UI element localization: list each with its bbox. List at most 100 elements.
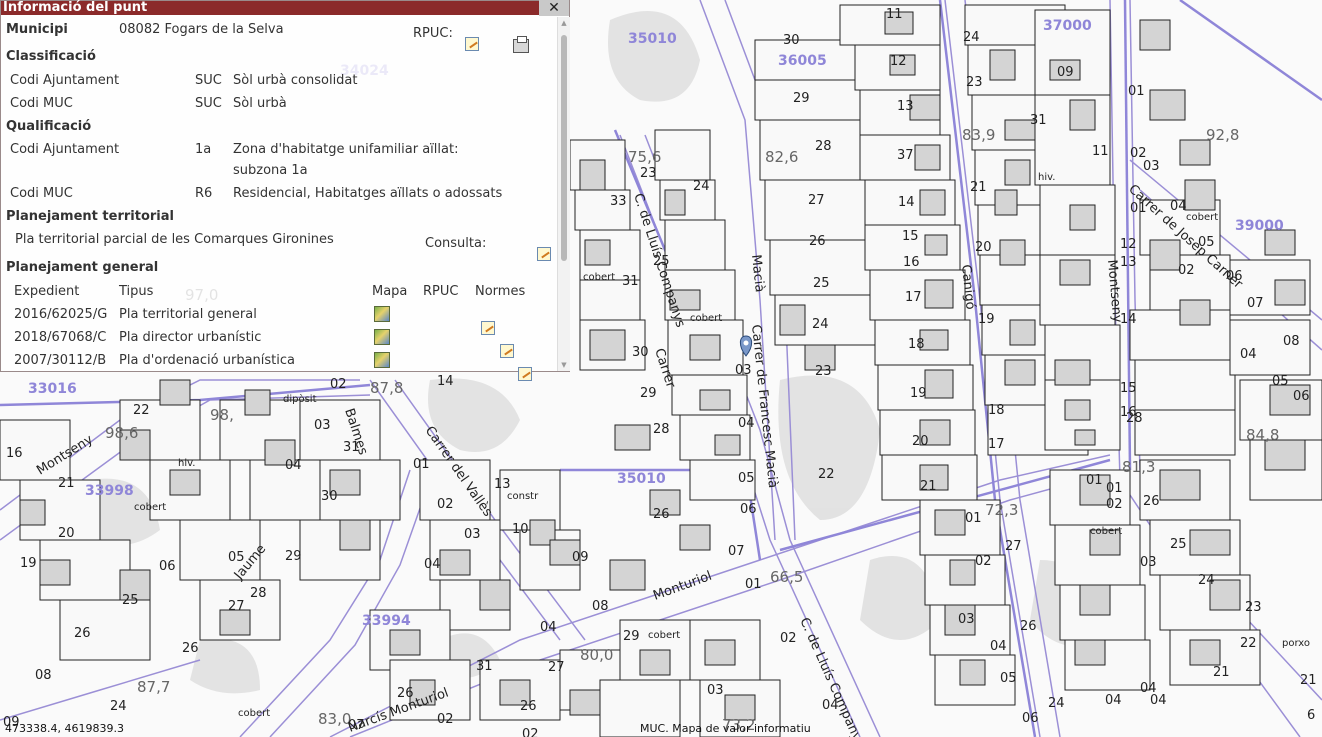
svg-text:06: 06 bbox=[1226, 269, 1243, 284]
svg-text:81,3: 81,3 bbox=[1122, 458, 1155, 476]
municipi-value: 08082 Fogars de la Selva bbox=[119, 22, 284, 37]
col-tipus: Tipus bbox=[119, 284, 154, 299]
rpuc-document-icon[interactable] bbox=[517, 367, 532, 381]
svg-text:13: 13 bbox=[494, 477, 511, 492]
svg-text:26: 26 bbox=[397, 686, 414, 701]
svg-text:02: 02 bbox=[437, 497, 454, 512]
svg-text:06: 06 bbox=[740, 502, 757, 517]
scroll-thumb[interactable] bbox=[561, 35, 567, 261]
svg-text:01: 01 bbox=[745, 577, 762, 592]
svg-text:28: 28 bbox=[815, 139, 832, 154]
svg-text:12: 12 bbox=[1120, 237, 1137, 252]
qual-row-desc: Residencial, Habitatges aïllats o adossa… bbox=[233, 186, 503, 201]
svg-text:01: 01 bbox=[413, 457, 430, 472]
svg-text:21: 21 bbox=[1213, 665, 1230, 680]
svg-text:36005: 36005 bbox=[778, 53, 827, 69]
svg-text:23: 23 bbox=[815, 364, 832, 379]
map-icon[interactable] bbox=[374, 329, 390, 345]
svg-text:87,8: 87,8 bbox=[370, 379, 403, 397]
map-icon[interactable] bbox=[374, 352, 390, 368]
svg-text:14: 14 bbox=[1120, 312, 1137, 327]
svg-text:03: 03 bbox=[1140, 555, 1157, 570]
classificacio-heading: Classificació bbox=[6, 49, 96, 64]
consulta-document-icon[interactable] bbox=[537, 247, 552, 261]
svg-text:03: 03 bbox=[958, 612, 975, 627]
svg-text:33016: 33016 bbox=[28, 381, 77, 397]
svg-text:11: 11 bbox=[886, 7, 903, 22]
svg-text:25: 25 bbox=[122, 593, 139, 608]
svg-text:22: 22 bbox=[818, 467, 835, 482]
svg-text:10: 10 bbox=[512, 522, 529, 537]
rpuc-document-icon[interactable] bbox=[465, 37, 479, 51]
svg-text:06: 06 bbox=[1293, 389, 1310, 404]
svg-text:31: 31 bbox=[343, 440, 360, 455]
svg-text:04: 04 bbox=[1240, 347, 1257, 362]
svg-text:75,6: 75,6 bbox=[628, 148, 661, 166]
scroll-up-icon[interactable]: ▲ bbox=[560, 19, 568, 27]
svg-text:29: 29 bbox=[640, 386, 657, 401]
panel-header: Informació del punt ✕ bbox=[1, 0, 569, 16]
map-note: MUC. Mapa de valor informatiu bbox=[640, 722, 811, 735]
svg-text:29: 29 bbox=[623, 629, 640, 644]
svg-text:28: 28 bbox=[250, 586, 267, 601]
svg-text:21: 21 bbox=[970, 180, 987, 195]
col-rpuc: RPUC bbox=[423, 284, 459, 299]
svg-text:27: 27 bbox=[228, 599, 245, 614]
svg-text:04: 04 bbox=[1150, 693, 1167, 708]
panel-scrollbar[interactable]: ▲ ▼ bbox=[557, 17, 570, 371]
qual-row-code: 1a bbox=[195, 142, 212, 157]
svg-text:01: 01 bbox=[1106, 481, 1123, 496]
svg-text:19: 19 bbox=[978, 312, 995, 327]
svg-text:25: 25 bbox=[813, 276, 830, 291]
svg-text:98,: 98, bbox=[210, 406, 234, 424]
svg-text:26: 26 bbox=[74, 626, 91, 641]
svg-text:04: 04 bbox=[822, 698, 839, 713]
class-row-label: Codi Ajuntament bbox=[10, 73, 120, 88]
svg-text:dipòsit: dipòsit bbox=[283, 393, 317, 405]
qualificacio-heading: Qualificació bbox=[6, 119, 92, 134]
svg-text:06: 06 bbox=[159, 559, 176, 574]
svg-text:cobert: cobert bbox=[134, 502, 166, 513]
svg-text:21: 21 bbox=[1300, 673, 1317, 688]
svg-text:08: 08 bbox=[1283, 334, 1300, 349]
svg-text:29: 29 bbox=[285, 549, 302, 564]
svg-text:26: 26 bbox=[809, 234, 826, 249]
svg-text:24: 24 bbox=[693, 179, 710, 194]
svg-text:30: 30 bbox=[783, 33, 800, 48]
rpuc-document-icon[interactable] bbox=[481, 321, 496, 335]
class-row-code: SUC bbox=[195, 96, 222, 111]
qual-row-desc: Zona d'habitatge unifamiliar aïllat: bbox=[233, 142, 459, 157]
svg-text:04: 04 bbox=[285, 458, 302, 473]
svg-text:35010: 35010 bbox=[617, 471, 666, 487]
svg-text:24: 24 bbox=[963, 30, 980, 45]
close-button[interactable]: ✕ bbox=[539, 0, 569, 16]
svg-text:05: 05 bbox=[738, 471, 755, 486]
svg-text:31: 31 bbox=[1030, 113, 1047, 128]
svg-text:04: 04 bbox=[738, 416, 755, 431]
svg-text:05: 05 bbox=[1000, 671, 1017, 686]
svg-text:14: 14 bbox=[437, 374, 454, 389]
print-icon[interactable] bbox=[513, 36, 530, 53]
scroll-down-icon[interactable]: ▼ bbox=[560, 361, 568, 369]
svg-text:37000: 37000 bbox=[1043, 18, 1092, 34]
svg-text:07: 07 bbox=[728, 544, 745, 559]
map-icon[interactable] bbox=[374, 306, 390, 322]
class-row-desc: Sòl urbà bbox=[233, 96, 287, 111]
municipi-label: Municipi bbox=[6, 22, 68, 37]
svg-text:35010: 35010 bbox=[628, 31, 677, 47]
territorial-plan: Pla territorial parcial de les Comarques… bbox=[15, 232, 334, 247]
svg-text:04: 04 bbox=[1170, 199, 1187, 214]
svg-text:06: 06 bbox=[1022, 711, 1039, 726]
svg-text:20: 20 bbox=[912, 434, 929, 449]
svg-text:27: 27 bbox=[548, 660, 565, 675]
svg-text:92,8: 92,8 bbox=[1206, 126, 1239, 144]
svg-text:22: 22 bbox=[1240, 636, 1257, 651]
svg-text:24: 24 bbox=[1048, 696, 1065, 711]
svg-text:33: 33 bbox=[610, 194, 627, 209]
rpuc-document-icon[interactable] bbox=[499, 344, 514, 358]
svg-text:09: 09 bbox=[572, 550, 589, 565]
svg-text:porxo: porxo bbox=[1282, 638, 1310, 649]
svg-text:01: 01 bbox=[1130, 201, 1147, 216]
svg-text:29: 29 bbox=[793, 91, 810, 106]
svg-text:27: 27 bbox=[808, 193, 825, 208]
